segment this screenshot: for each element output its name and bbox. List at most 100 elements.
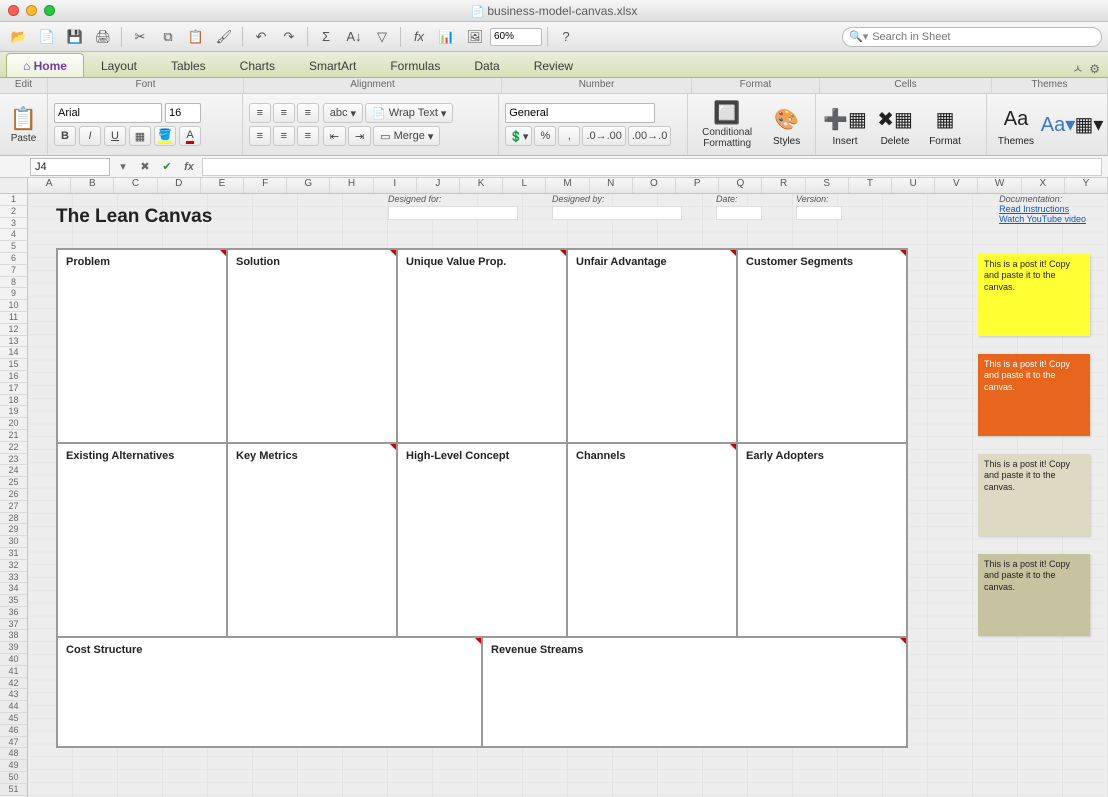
box-high-level-concept[interactable]: High-Level Concept <box>397 443 567 637</box>
tab-charts[interactable]: Charts <box>223 53 292 77</box>
align-middle-button[interactable]: ≡ <box>273 103 295 123</box>
border-button[interactable]: ▦ <box>129 126 151 146</box>
box-revenue-streams[interactable]: Revenue Streams <box>482 637 907 747</box>
col-header[interactable]: Q <box>719 178 762 193</box>
postit-beige-dark[interactable]: This is a post it! Copy and paste it to … <box>978 554 1090 636</box>
search-input[interactable] <box>872 31 1095 43</box>
link-watch-video[interactable]: Watch YouTube video <box>999 214 1086 224</box>
col-header[interactable]: O <box>633 178 676 193</box>
print-icon[interactable]: 🖨 <box>90 26 116 48</box>
col-header[interactable]: M <box>546 178 589 193</box>
col-header[interactable]: F <box>244 178 287 193</box>
namebox-dropdown-icon[interactable]: ▾ <box>114 160 132 173</box>
number-format-select[interactable] <box>505 103 655 123</box>
col-header[interactable]: K <box>460 178 503 193</box>
name-box[interactable]: J4 <box>30 158 110 176</box>
worksheet-area[interactable]: 1234567891011121314151617181920212223242… <box>0 194 1108 797</box>
meta-input-designed-for[interactable] <box>388 206 518 220</box>
help-icon[interactable]: ? <box>553 26 579 48</box>
insert-button[interactable]: ➕▦ Insert <box>822 102 868 147</box>
bold-button[interactable]: B <box>54 126 76 146</box>
col-header[interactable]: B <box>71 178 114 193</box>
format-button[interactable]: ▦ Format <box>922 102 968 147</box>
align-right-button[interactable]: ≡ <box>297 126 319 146</box>
col-header[interactable]: S <box>806 178 849 193</box>
themes-button[interactable]: Aa Themes <box>993 102 1039 147</box>
theme-fonts-button[interactable]: Aa▾ <box>1043 108 1073 142</box>
col-header[interactable]: T <box>849 178 892 193</box>
col-header[interactable]: R <box>762 178 805 193</box>
meta-input-version[interactable] <box>796 206 842 220</box>
box-key-metrics[interactable]: Key Metrics <box>227 443 397 637</box>
box-unfair-advantage[interactable]: Unfair Advantage <box>567 249 737 443</box>
col-header[interactable]: L <box>503 178 546 193</box>
box-early-adopters[interactable]: Early Adopters <box>737 443 907 637</box>
accept-formula-icon[interactable]: ✔ <box>158 160 176 173</box>
cut-icon[interactable]: ✂ <box>127 26 153 48</box>
conditional-formatting-button[interactable]: 🔲 Conditional Formatting <box>694 97 760 153</box>
fx-label-icon[interactable]: fx <box>180 161 198 173</box>
tab-home[interactable]: Home <box>6 53 84 77</box>
sort-icon[interactable]: A↓ <box>341 26 367 48</box>
increase-indent-button[interactable]: ⇥ <box>348 126 371 146</box>
col-header[interactable]: U <box>892 178 935 193</box>
postit-beige-light[interactable]: This is a post it! Copy and paste it to … <box>978 454 1090 536</box>
box-solution[interactable]: Solution <box>227 249 397 443</box>
save-icon[interactable]: 💾 <box>62 26 88 48</box>
merge-button[interactable]: ▭ Merge ▾ <box>373 126 440 146</box>
styles-button[interactable]: 🎨 Styles <box>764 102 809 147</box>
box-problem[interactable]: Problem <box>57 249 227 443</box>
tab-review[interactable]: Review <box>517 53 590 77</box>
col-header[interactable]: V <box>935 178 978 193</box>
box-channels[interactable]: Channels <box>567 443 737 637</box>
chart-icon[interactable]: 📊 <box>434 26 460 48</box>
format-painter-icon[interactable]: 🖌 <box>211 26 237 48</box>
decrease-indent-button[interactable]: ⇤ <box>323 126 346 146</box>
col-header[interactable]: X <box>1022 178 1065 193</box>
fx-icon[interactable]: fx <box>406 26 432 48</box>
col-header[interactable]: E <box>201 178 244 193</box>
theme-colors-button[interactable]: ▦▾ <box>1077 108 1101 142</box>
align-center-button[interactable]: ≡ <box>273 126 295 146</box>
link-read-instructions[interactable]: Read Instructions <box>999 204 1086 214</box>
font-name-select[interactable] <box>54 103 162 123</box>
delete-button[interactable]: ✖▦ Delete <box>872 102 918 147</box>
box-uvp[interactable]: Unique Value Prop. <box>397 249 567 443</box>
col-header[interactable]: C <box>114 178 157 193</box>
col-header[interactable]: Y <box>1065 178 1108 193</box>
font-color-button[interactable]: A <box>179 126 201 146</box>
box-existing-alternatives[interactable]: Existing Alternatives <box>57 443 227 637</box>
tab-layout[interactable]: Layout <box>84 53 154 77</box>
tab-data[interactable]: Data <box>457 53 516 77</box>
col-header[interactable]: J <box>417 178 460 193</box>
formula-input[interactable] <box>202 158 1102 176</box>
col-header[interactable]: A <box>28 178 71 193</box>
comma-button[interactable]: , <box>558 126 580 146</box>
tab-smartart[interactable]: SmartArt <box>292 53 373 77</box>
postit-yellow[interactable]: This is a post it! Copy and paste it to … <box>978 254 1090 336</box>
meta-input-date[interactable] <box>716 206 762 220</box>
paste-icon[interactable]: 📋 <box>183 26 209 48</box>
tab-tables[interactable]: Tables <box>154 53 223 77</box>
search-box[interactable]: 🔍▾ <box>842 27 1102 47</box>
zoom-input[interactable] <box>490 28 542 46</box>
paste-button[interactable]: 📋 Paste <box>6 97 41 153</box>
align-bottom-button[interactable]: ≡ <box>297 103 319 123</box>
settings-gear-icon[interactable]: ⚙ <box>1089 62 1100 76</box>
filter-icon[interactable]: ▽ <box>369 26 395 48</box>
collapse-ribbon-icon[interactable]: ㅅ <box>1072 60 1083 77</box>
postit-orange[interactable]: This is a post it! Copy and paste it to … <box>978 354 1090 436</box>
new-icon[interactable]: 📄 <box>34 26 60 48</box>
align-left-button[interactable]: ≡ <box>249 126 271 146</box>
undo-icon[interactable]: ↶ <box>248 26 274 48</box>
italic-button[interactable]: I <box>79 126 101 146</box>
copy-icon[interactable]: ⧉ <box>155 26 181 48</box>
autosum-icon[interactable]: Σ <box>313 26 339 48</box>
box-customer-segments[interactable]: Customer Segments <box>737 249 907 443</box>
row-headers[interactable]: 1234567891011121314151617181920212223242… <box>0 194 28 797</box>
col-header[interactable]: N <box>590 178 633 193</box>
col-header[interactable]: G <box>287 178 330 193</box>
underline-button[interactable]: U <box>104 126 126 146</box>
redo-icon[interactable]: ↷ <box>276 26 302 48</box>
orientation-button[interactable]: abc▾ <box>323 103 363 123</box>
